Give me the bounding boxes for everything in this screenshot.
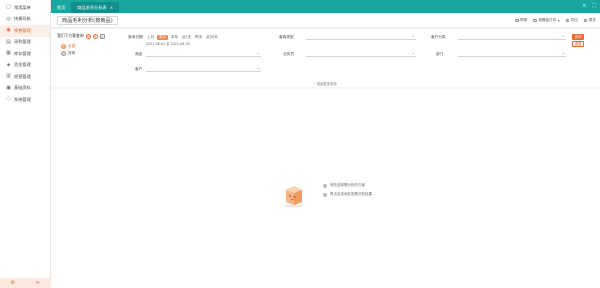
sidebar-footer: ⚙ ⇤ [0, 278, 51, 288]
customer-label: 客户 [135, 67, 143, 71]
salesperson-label: 业务员 [283, 52, 295, 56]
collapse-toggle[interactable]: ⌃ 收起更多查询 [313, 81, 337, 86]
chevron-down-icon: ⌄ [411, 33, 415, 38]
sidebar-item-label: 系统管理 [14, 96, 31, 102]
chip-last-30-days[interactable]: 近30天 [205, 35, 218, 40]
sidebar-item-7[interactable]: ▣ 基础资料 [0, 83, 50, 95]
empty-box-illustration [285, 186, 303, 208]
scheme-badge: 单 [61, 51, 66, 56]
tab-gross-profit[interactable]: 商品毛利分析表 × [71, 2, 120, 13]
sidebar-item-label: 基础资料 [14, 85, 31, 91]
chevron-down-icon: ⌄ [561, 33, 565, 38]
tab-label: 首页 [57, 5, 66, 10]
more-button[interactable]: 更多 [583, 18, 596, 23]
date-range[interactable]: 2021-06-01 至 2021-06-30 [146, 41, 190, 46]
help-button[interactable]: 帮助 [515, 18, 527, 23]
chat-icon: ▢ [6, 4, 11, 11]
compass-icon: ◎ [6, 15, 11, 22]
query-button[interactable]: 查询 [572, 34, 584, 40]
more-icon [583, 18, 588, 23]
salesperson-select[interactable]: ⌄ [306, 50, 416, 57]
edit-scheme-icon[interactable]: ✎ [92, 33, 98, 39]
sidebar-item-label: 销售管理 [14, 27, 31, 33]
tab-home[interactable]: 首页 [51, 2, 71, 13]
sidebar: ▢ 常用菜单 ◎ 快捷导航 ◉ 销售管理 ▤ 采购管理 ▦ 库存管理 ◈ 资金管理 ▥ 经营管理 ▣ 基础资料… [0, 0, 51, 288]
scheme-item-all[interactable]: 全 全部 [61, 43, 115, 50]
tab-bar: 首页 商品毛利分析表 × × ⛶ [51, 0, 600, 13]
sidebar-item-label: 经营管理 [14, 73, 31, 79]
sidebar-item-label: 常用菜单 [14, 4, 31, 10]
sidebar-item-8[interactable]: ◌ 系统管理 [0, 94, 50, 106]
settings-icon: ◌ [6, 96, 11, 103]
customer-type-label: 客商类型 [279, 35, 294, 39]
chip-yesterday[interactable]: 昨天 [194, 35, 203, 40]
product-label: 商品 [135, 52, 143, 56]
chevron-down-icon: ⌄ [411, 50, 415, 55]
sidebar-item-label: 资金管理 [14, 62, 31, 68]
department-select[interactable]: ⌄ [458, 50, 566, 57]
reset-button[interactable]: 重置 [572, 41, 584, 47]
scheme-badge: 全 [61, 44, 66, 49]
chevron-down-icon: ⌄ [256, 50, 260, 55]
product-select[interactable]: ⌄ [146, 50, 261, 57]
sidebar-item-3[interactable]: ▤ 采购管理 [0, 37, 50, 49]
chip-this-month[interactable]: 本月 [157, 35, 168, 40]
sidebar-item-label: 快捷导航 [14, 16, 31, 22]
settings-icon[interactable]: ⚙ [99, 33, 105, 39]
tip-item: 再点击查询并查看分析结果 [323, 190, 372, 199]
purchase-icon: ▤ [6, 38, 11, 45]
date-quick-picks: 上月 本月 本年 近7天 昨天 近30天 [146, 35, 219, 40]
close-icon[interactable]: × [110, 5, 113, 10]
scheme-panel: 我们下方案查询 + ✎ ⚙ 全 全部 单 按单 [57, 33, 115, 57]
date-label: 查询日期 [128, 35, 143, 39]
export-button[interactable]: 导出 [565, 18, 578, 23]
chart-icon: ▥ [6, 73, 11, 80]
help-icon [515, 18, 519, 23]
sidebar-item-label: 采购管理 [14, 39, 31, 45]
inventory-icon: ▦ [6, 50, 11, 57]
chip-this-year[interactable]: 本年 [170, 35, 179, 40]
customer-category-select[interactable]: ⌄ [458, 33, 566, 40]
database-icon: ▣ [6, 84, 11, 91]
template-print-button[interactable]: 按模板打印 ▾ [533, 18, 560, 23]
chevron-down-icon: ⌄ [561, 50, 565, 55]
customer-select[interactable]: ⌄ [146, 65, 261, 72]
print-icon [533, 18, 537, 23]
settings-icon[interactable]: ⚙ [11, 280, 15, 286]
sidebar-item-2[interactable]: ◉ 销售管理 [0, 25, 50, 37]
scheme-item-single[interactable]: 单 按单 [61, 50, 115, 57]
bullet-icon [323, 192, 327, 197]
customer-type-select[interactable]: ⌄ [306, 33, 416, 40]
sidebar-item-6[interactable]: ▥ 经营管理 [0, 71, 50, 83]
logout-icon[interactable]: ⇤ [36, 280, 40, 286]
filter-panel: 我们下方案查询 + ✎ ⚙ 全 全部 单 按单 查询日期 上月 本月 本年 近7… [51, 29, 600, 87]
chevron-down-icon: ⌄ [256, 65, 260, 70]
tab-label: 商品毛利分析表 [77, 5, 107, 10]
add-scheme-icon[interactable]: + [85, 33, 91, 39]
page-header: 商品毛利分析(按商品) 帮助 按模板打印 ▾ 导出 更多 [51, 13, 600, 28]
chip-last-7-days[interactable]: 近7天 [181, 35, 192, 40]
sidebar-item-1[interactable]: ◎ 快捷导航 [0, 14, 50, 26]
page-title: 商品毛利分析(按商品) [57, 16, 118, 25]
scheme-title: 我们下方案查询 [57, 33, 84, 38]
bullet-icon [323, 183, 327, 188]
sidebar-item-5[interactable]: ◈ 资金管理 [0, 60, 50, 72]
chip-last-month[interactable]: 上月 [146, 35, 155, 40]
toolbar: 帮助 按模板打印 ▾ 导出 更多 [515, 18, 596, 23]
sales-icon: ◉ [6, 27, 11, 34]
result-area: 请先选择需分析的方案 再点击查询并查看分析结果 [51, 89, 600, 288]
fullscreen-icon[interactable]: ⛶ [592, 3, 596, 9]
sidebar-item-4[interactable]: ▦ 库存管理 [0, 48, 50, 60]
sidebar-item-0[interactable]: ▢ 常用菜单 [0, 2, 50, 14]
close-all-icon[interactable]: × [582, 3, 586, 9]
sidebar-item-label: 库存管理 [14, 50, 31, 56]
money-icon: ◈ [6, 61, 11, 68]
empty-tips: 请先选择需分析的方案 再点击查询并查看分析结果 [323, 181, 372, 199]
tip-item: 请先选择需分析的方案 [323, 181, 372, 190]
export-icon [565, 18, 570, 23]
customer-category-label: 客户分类 [431, 35, 446, 39]
department-label: 部门 [436, 52, 444, 56]
